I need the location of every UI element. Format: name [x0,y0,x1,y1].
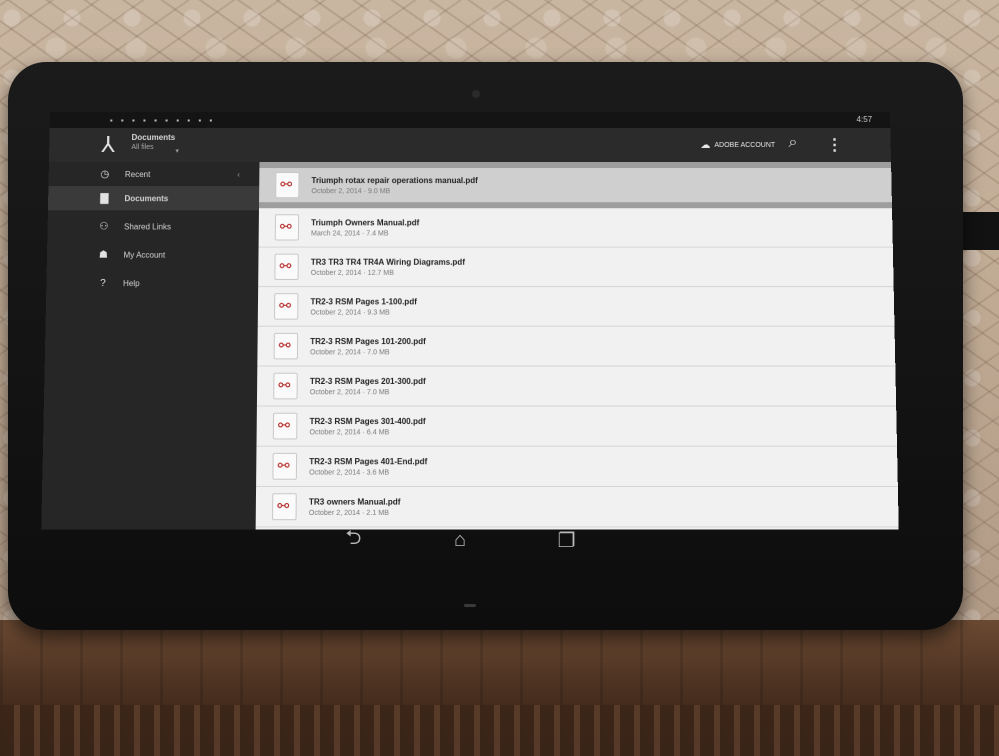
file-name: TR2-3 RSM Pages 1-100.pdf [310,296,417,306]
action-bar: ⅄ Documents All files ▾ ☁ ADOBE ACCOUNT … [48,127,892,163]
sidebar-item-label: My Account [123,250,166,260]
back-icon[interactable]: ⮌ [333,523,373,557]
file-name: TR2-3 RSM Pages 101-200.pdf [310,336,426,346]
sidebar-item-label: Documents [124,193,169,203]
device-speaker [464,604,476,607]
file-name: Triumph rotax repair operations manual.p… [311,175,478,185]
adobe-reader-logo-icon[interactable]: ⅄ [101,132,125,157]
sidebar-item-recent[interactable]: ◷ Recent ‹ [48,162,259,186]
list-item[interactable]: TR2-3 RSM Pages 1-100.pdf October 2, 201… [257,287,895,327]
wood-trim [0,705,999,756]
chevron-down-icon[interactable]: ▾ [175,147,179,155]
pdf-file-icon [272,452,298,480]
list-item[interactable]: TR2-3 RSM Pages 301-400.pdf October 2, 2… [256,406,898,447]
file-meta: October 2, 2014 · 6.4 MB [309,428,390,436]
file-name: Triumph Owners Manual.pdf [311,217,420,227]
status-icons: ▪ ▪ ▪ ▪ ▪ ▪ ▪ ▪ ▪ ▪ [109,115,216,125]
sidebar-item-shared-links[interactable]: ⚇ Shared Links [47,214,259,238]
file-name: TR3 TR3 TR4 TR4A Wiring Diagrams.pdf [310,257,465,267]
pdf-file-icon [273,293,299,320]
clock-icon: ◷ [100,168,110,180]
sidebar-item-label: Recent [124,169,151,179]
file-meta: October 2, 2014 · 7.0 MB [309,388,390,396]
file-name: TR2-3 RSM Pages 201-300.pdf [309,376,426,386]
sidebar-item-my-account[interactable]: ☗ My Account [47,243,259,267]
pdf-file-icon [274,214,300,241]
list-item[interactable]: TR3 TR3 TR4 TR4A Wiring Diagrams.pdf Oct… [258,247,894,288]
help-icon: ? [99,277,106,289]
file-name: TR3 owners Manual.pdf [308,496,401,507]
adobe-account-label: ADOBE ACCOUNT [714,141,776,149]
pdf-file-icon [272,493,297,521]
adobe-account-button[interactable]: ☁ ADOBE ACCOUNT [700,137,775,153]
selected-file-row[interactable]: Triumph rotax repair operations manual.p… [259,168,892,203]
file-name: TR2-3 RSM Pages 401-End.pdf [309,456,428,466]
sidebar-item-help[interactable]: ? Help [46,271,258,295]
status-clock: 4:57 [856,114,873,124]
list-item[interactable]: TR2-3 RSM Pages 201-300.pdf October 2, 2… [256,366,897,407]
file-name: TR2-3 RSM Pages 301-400.pdf [309,416,426,426]
file-meta: October 2, 2014 · 9.0 MB [311,187,391,195]
account-icon: ☗ [98,249,109,261]
link-icon: ⚇ [99,220,109,232]
pdf-file-icon [274,253,299,280]
file-meta: October 2, 2014 · 12.7 MB [310,269,394,277]
home-icon[interactable]: ⌂ [440,529,480,552]
app-subtitle: All files [131,143,154,151]
pdf-file-icon [272,412,298,440]
sidebar-item-label: Help [122,278,140,288]
file-meta: October 2, 2014 · 3.6 MB [309,468,390,477]
sidebar-item-label: Shared Links [123,221,172,231]
list-item[interactable]: Triumph rotax repair operations manual.p… [259,168,892,202]
search-icon[interactable]: ⌕ [788,134,797,152]
file-meta: October 2, 2014 · 9.3 MB [310,308,390,317]
overflow-menu-icon[interactable]: ⋮ [826,135,842,155]
nav-drawer: ◷ Recent ‹ ▇ Documents ⚇ Shared Links ☗ … [41,162,260,530]
pdf-file-icon [273,332,299,360]
file-list: Triumph rotax repair operations manual.p… [255,162,899,530]
adobe-account-icon: ☁ [700,139,711,151]
pdf-file-icon [275,172,300,199]
list-item[interactable]: TR2-3 RSM Pages 101-200.pdf October 2, 2… [257,326,896,367]
list-item[interactable]: Triumph Owners Manual.pdf March 24, 2014… [258,208,893,248]
file-meta: October 2, 2014 · 7.0 MB [310,348,390,356]
document-icon: ▇ [100,192,109,204]
file-meta: March 24, 2014 · 7.4 MB [311,229,389,237]
front-camera [472,90,480,98]
pdf-file-icon [273,372,298,400]
sidebar-item-documents[interactable]: ▇ Documents [47,186,260,211]
system-nav-bar: ⮌ ⌂ ❐ [300,520,620,560]
app-title: Documents [131,132,176,142]
tablet-screen: ▪ ▪ ▪ ▪ ▪ ▪ ▪ ▪ ▪ ▪ 4:57 ⅄ Documents All… [41,112,899,530]
status-bar: ▪ ▪ ▪ ▪ ▪ ▪ ▪ ▪ ▪ ▪ 4:57 [49,112,891,128]
chevron-left-icon[interactable]: ‹ [237,170,240,179]
list-item[interactable]: TR2-3 RSM Pages 401-End.pdf October 2, 2… [256,446,898,487]
file-meta: October 2, 2014 · 2.1 MB [308,509,390,517]
recent-apps-icon[interactable]: ❐ [547,528,587,553]
